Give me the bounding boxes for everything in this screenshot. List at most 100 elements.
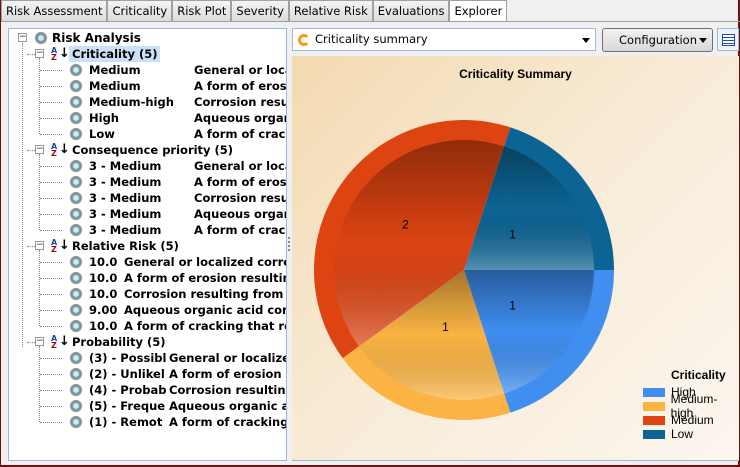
tree-line: [40, 198, 62, 199]
tree-item-description[interactable]: Aqueous organic: [194, 110, 286, 126]
tree-line: [40, 358, 62, 359]
tree-item-value[interactable]: 3 - Medium: [89, 206, 161, 222]
tab-risk-assessment[interactable]: Risk Assessment: [1, 0, 108, 21]
tree-line: [40, 406, 62, 407]
item-gear-icon: [69, 383, 83, 397]
item-gear-icon: [69, 95, 83, 109]
item-gear-icon: [69, 223, 83, 237]
tree-item-description[interactable]: General or locali: [194, 158, 286, 174]
tree-item-description[interactable]: Corrosion resulti: [194, 190, 286, 206]
collapse-toggle[interactable]: −: [35, 145, 44, 154]
tree-item-value[interactable]: 3 - Medium: [89, 158, 161, 174]
tree-item-value[interactable]: 9.00: [89, 302, 117, 318]
tree-line: [40, 86, 62, 87]
tab-risk-plot[interactable]: Risk Plot: [172, 0, 232, 21]
tab-criticality[interactable]: Criticality: [107, 0, 173, 21]
tree-item-description[interactable]: Corrosion resulting fr: [169, 382, 286, 398]
tree-item-description[interactable]: Aqueous organic: [194, 206, 286, 222]
configuration-button[interactable]: Configuration: [602, 28, 713, 52]
tree-item-value[interactable]: Medium: [89, 78, 141, 94]
tab-divider: [1, 21, 740, 22]
tree-root[interactable]: Risk Analysis: [52, 30, 141, 46]
tab-evaluations[interactable]: Evaluations: [372, 0, 450, 21]
dropdown-arrow-icon[interactable]: [582, 38, 590, 47]
tab-relative-risk[interactable]: Relative Risk: [288, 0, 373, 21]
tree-item-value[interactable]: High: [89, 110, 119, 126]
sort-az-icon: AZ: [51, 46, 58, 62]
item-gear-icon: [69, 127, 83, 141]
collapse-toggle[interactable]: −: [35, 241, 44, 250]
item-gear-icon: [69, 319, 83, 333]
item-gear-icon: [69, 303, 83, 317]
tree-item-description[interactable]: A form of erosion: [194, 78, 286, 94]
tree-line: [40, 294, 62, 295]
tree-item-description[interactable]: A form of erosion: [194, 174, 286, 190]
tree-line: [40, 118, 62, 119]
configuration-label: Configuration: [619, 33, 697, 47]
tree-item-value[interactable]: Medium: [89, 62, 141, 78]
tree-item-description[interactable]: Corrosion resulting from wat: [124, 286, 286, 302]
tree-item-description[interactable]: General or localized corrosion: [124, 254, 286, 270]
list-view-button[interactable]: [717, 28, 739, 51]
collapse-toggle[interactable]: −: [35, 49, 44, 58]
tree-item-description[interactable]: General or localized c: [169, 350, 286, 366]
item-gear-icon: [69, 287, 83, 301]
item-gear-icon: [69, 271, 83, 285]
legend-swatch: [643, 415, 665, 425]
tree-item-description[interactable]: A form of erosion resulting in: [124, 270, 286, 286]
tree-item-value[interactable]: 10.0: [89, 270, 117, 286]
tree-item-description[interactable]: A form of cracking that resul: [124, 318, 286, 334]
chart-select[interactable]: Criticality summary: [292, 28, 596, 51]
tree-item-value[interactable]: 3 - Medium: [89, 174, 161, 190]
root-icon: [34, 31, 48, 45]
tree-item-value[interactable]: Medium-high: [89, 94, 174, 110]
tree-item-value[interactable]: (2) - Unlikel: [89, 366, 165, 382]
tree-item-value[interactable]: 10.0: [89, 286, 117, 302]
tree-item-description[interactable]: General or locali: [194, 62, 286, 78]
tree-item-value[interactable]: (4) - Probab: [89, 382, 167, 398]
tree-item-value[interactable]: 10.0: [89, 318, 117, 334]
item-gear-icon: [69, 351, 83, 365]
explorer-tree[interactable]: − Risk Analysis − A Z ↓ Criticality (5) Medium G…: [8, 28, 287, 461]
tree-group[interactable]: Relative Risk (5): [69, 238, 182, 254]
tree-item-description[interactable]: Aqueous organic acid corrosi: [124, 302, 286, 318]
tree-item-description[interactable]: A form of erosion res: [169, 366, 286, 382]
collapse-toggle[interactable]: −: [18, 33, 27, 42]
chart-icon: [298, 34, 310, 46]
tab-explorer[interactable]: Explorer: [449, 0, 508, 22]
chart-title: Criticality Summary: [459, 67, 572, 81]
list-icon: [722, 34, 735, 46]
tree-line: [22, 43, 23, 347]
legend-item-low: Low: [643, 427, 739, 441]
item-gear-icon: [69, 415, 83, 429]
tree-line: [40, 182, 62, 183]
pie-label-low: 1: [509, 228, 516, 242]
tree-item-value[interactable]: (1) - Remot: [89, 414, 162, 430]
tree-item-description[interactable]: A form of cracking th: [169, 414, 286, 430]
tree-item-description[interactable]: A form of crackin: [194, 222, 286, 238]
item-gear-icon: [69, 79, 83, 93]
tab-severity[interactable]: Severity: [231, 0, 289, 21]
tree-item-value[interactable]: 3 - Medium: [89, 222, 161, 238]
legend-title: Criticality: [671, 368, 726, 382]
tree-group[interactable]: Probability (5): [69, 334, 169, 350]
tree-line: [40, 326, 62, 327]
tree-item-value[interactable]: Low: [89, 126, 115, 142]
legend-label: Low: [671, 427, 694, 441]
tree-item-value[interactable]: (3) - Possibl: [89, 350, 166, 366]
tree-item-value[interactable]: 10.0: [89, 254, 117, 270]
item-gear-icon: [69, 207, 83, 221]
pie-label-medium: 2: [402, 218, 409, 232]
tree-item-description[interactable]: Corrosion resulti: [194, 94, 286, 110]
tree-group[interactable]: Consequence priority (5): [69, 142, 236, 158]
chart-panel: 1 1 2 1 Criticality Summary Criticality Hig…: [292, 56, 739, 461]
legend-swatch: [643, 401, 665, 411]
sort-az-icon: AZ: [51, 334, 58, 350]
tree-item-value[interactable]: 3 - Medium: [89, 190, 161, 206]
tree-group[interactable]: Criticality (5): [69, 46, 161, 62]
splitter-handle[interactable]: [288, 237, 290, 251]
tree-item-description[interactable]: A form of crackin: [194, 126, 286, 142]
tree-item-value[interactable]: (5) - Freque: [89, 398, 165, 414]
tree-item-description[interactable]: Aqueous organic acid: [169, 398, 286, 414]
collapse-toggle[interactable]: −: [35, 337, 44, 346]
